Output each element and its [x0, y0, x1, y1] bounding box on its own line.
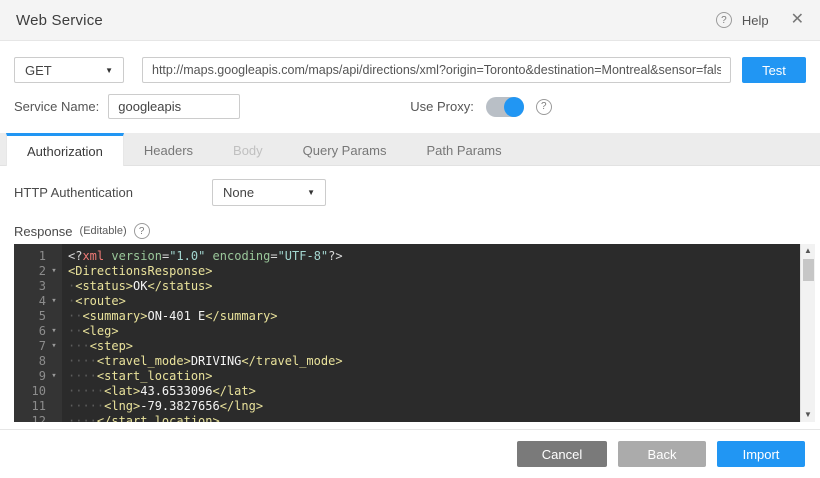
code-text: ····<travel_mode>DRIVING</travel_mode> [62, 354, 343, 369]
code-line: 10 ·····<lat>43.6533096</lat> [14, 384, 800, 399]
use-proxy-toggle[interactable] [486, 97, 524, 117]
code-line: 12 ····</start_location> [14, 414, 800, 422]
dialog-header: Web Service ? Help ✕ [0, 0, 820, 41]
code-text: ····</start_location> [62, 414, 220, 422]
line-number: 3 [14, 279, 46, 294]
request-row: GET ▼ Test [0, 41, 820, 83]
code-text: ·<route> [62, 294, 126, 309]
response-label: Response [14, 224, 73, 239]
code-text: ·····<lat>43.6533096</lat> [62, 384, 256, 399]
line-number: 5 [14, 309, 46, 324]
chevron-down-icon: ▼ [307, 188, 315, 197]
http-auth-value: None [223, 185, 254, 200]
code-line: 2▾<DirectionsResponse> [14, 264, 800, 279]
code-text: ···<step> [62, 339, 133, 354]
web-service-dialog: Web Service ? Help ✕ GET ▼ Test Service … [0, 0, 820, 478]
scroll-up-icon[interactable]: ▲ [804, 244, 812, 258]
tab-query-params[interactable]: Query Params [283, 133, 407, 165]
http-auth-select[interactable]: None ▼ [212, 179, 326, 206]
response-editable-label: (Editable) [80, 225, 127, 237]
line-number: 6 [14, 324, 46, 339]
fold-gutter [46, 249, 62, 264]
line-number: 8 [14, 354, 46, 369]
response-help-icon[interactable]: ? [134, 223, 150, 239]
help-link[interactable]: Help [742, 13, 769, 28]
proxy-help-icon[interactable]: ? [536, 99, 552, 115]
tab-body: Body [213, 133, 283, 165]
fold-gutter [46, 354, 62, 369]
toggle-knob-icon [504, 97, 524, 117]
http-method-value: GET [25, 63, 52, 78]
code-text: ·<status>OK</status> [62, 279, 213, 294]
code-line: 4▾·<route> [14, 294, 800, 309]
response-header: Response (Editable) ? [0, 206, 820, 244]
line-number: 9 [14, 369, 46, 384]
code-line: 1 <?xml version="1.0" encoding="UTF-8"?> [14, 249, 800, 264]
scroll-down-icon[interactable]: ▼ [804, 408, 812, 422]
code-line: 7▾···<step> [14, 339, 800, 354]
service-row: Service Name: Use Proxy: ? [0, 83, 820, 119]
code-area[interactable]: 1<?xml version="1.0" encoding="UTF-8"?>2… [14, 244, 800, 422]
line-number: 11 [14, 399, 46, 414]
tab-bar: AuthorizationHeadersBodyQuery ParamsPath… [0, 133, 820, 166]
code-text: ····<start_location> [62, 369, 213, 384]
code-line: 5 ··<summary>ON-401 E</summary> [14, 309, 800, 324]
fold-gutter [46, 279, 62, 294]
http-auth-label: HTTP Authentication [14, 185, 212, 200]
line-number: 2 [14, 264, 46, 279]
tab-path-params[interactable]: Path Params [406, 133, 521, 165]
fold-arrow-icon[interactable]: ▾ [46, 339, 62, 354]
test-button[interactable]: Test [742, 57, 806, 83]
http-auth-row: HTTP Authentication None ▼ [0, 166, 820, 206]
code-text: <DirectionsResponse> [62, 264, 213, 279]
code-text: ··<summary>ON-401 E</summary> [62, 309, 278, 324]
fold-gutter [46, 384, 62, 399]
help-icon[interactable]: ? [716, 12, 732, 28]
code-line: 3 ·<status>OK</status> [14, 279, 800, 294]
code-line: 9▾····<start_location> [14, 369, 800, 384]
fold-gutter [46, 309, 62, 324]
fold-gutter [46, 414, 62, 422]
line-number: 10 [14, 384, 46, 399]
code-line: 8 ····<travel_mode>DRIVING</travel_mode> [14, 354, 800, 369]
line-number: 12 [14, 414, 46, 422]
page-title: Web Service [16, 12, 103, 29]
line-number: 4 [14, 294, 46, 309]
http-method-select[interactable]: GET ▼ [14, 57, 124, 83]
scrollbar-thumb[interactable] [803, 259, 814, 281]
line-number: 7 [14, 339, 46, 354]
tab-authorization[interactable]: Authorization [6, 133, 124, 166]
fold-gutter [46, 399, 62, 414]
url-input[interactable] [142, 57, 731, 83]
code-line: 11 ·····<lng>-79.3827656</lng> [14, 399, 800, 414]
cancel-button[interactable]: Cancel [517, 441, 607, 467]
code-text: <?xml version="1.0" encoding="UTF-8"?> [62, 249, 343, 264]
fold-arrow-icon[interactable]: ▾ [46, 369, 62, 384]
tab-headers[interactable]: Headers [124, 133, 213, 165]
close-icon[interactable]: ✕ [791, 12, 804, 28]
code-line: 6▾··<leg> [14, 324, 800, 339]
fold-arrow-icon[interactable]: ▾ [46, 294, 62, 309]
fold-arrow-icon[interactable]: ▾ [46, 264, 62, 279]
fold-arrow-icon[interactable]: ▾ [46, 324, 62, 339]
response-editor[interactable]: 1<?xml version="1.0" encoding="UTF-8"?>2… [14, 244, 815, 422]
service-name-label: Service Name: [14, 99, 99, 114]
vertical-scrollbar[interactable]: ▲ ▼ [800, 244, 815, 422]
chevron-down-icon: ▼ [105, 66, 113, 75]
back-button[interactable]: Back [618, 441, 706, 467]
code-text: ··<leg> [62, 324, 119, 339]
service-name-input[interactable] [108, 94, 240, 119]
dialog-footer: Cancel Back Import [0, 429, 820, 478]
import-button[interactable]: Import [717, 441, 805, 467]
line-number: 1 [14, 249, 46, 264]
use-proxy-label: Use Proxy: [410, 99, 474, 114]
code-text: ·····<lng>-79.3827656</lng> [62, 399, 263, 414]
